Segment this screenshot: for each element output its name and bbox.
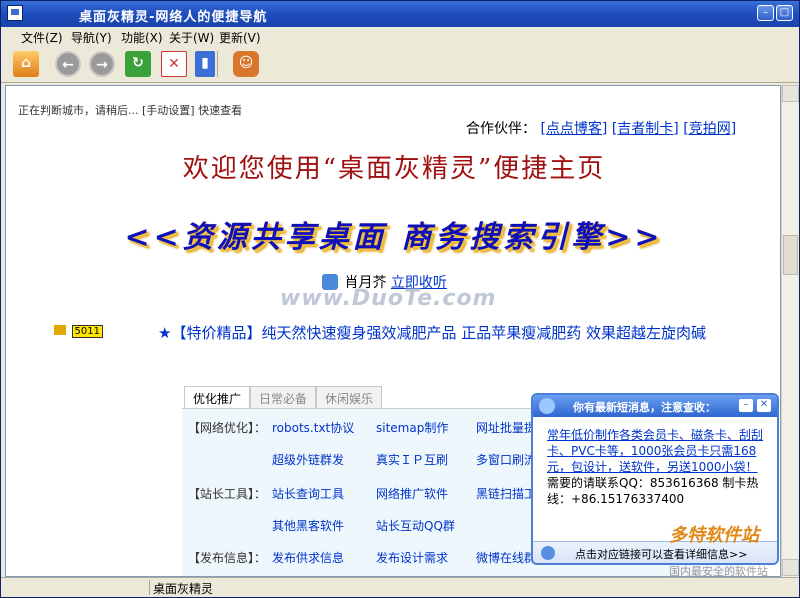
stop-icon[interactable]: ✕ (161, 51, 187, 77)
partner-link-diandian[interactable]: [点点博客] (540, 121, 607, 137)
partners-label: 合作伙伴： (466, 121, 536, 137)
scroll-up-button[interactable] (782, 85, 799, 102)
popup-body: 常年低价制作各类会员卡、磁条卡、刮刮卡、PVC卡等，1000张会员卡只需168元… (547, 427, 769, 507)
slogan-banner: <<资源共享桌面 商务搜索引擎>> (124, 220, 664, 255)
popup-header: 你有最新短消息，注意查收： – ✕ (533, 395, 777, 417)
menu-navigate[interactable]: 导航(Y) (71, 29, 112, 46)
back-icon[interactable]: ← (55, 51, 81, 77)
vertical-scrollbar[interactable] (781, 85, 799, 577)
home-icon[interactable]: ⌂ (13, 51, 39, 77)
toolbar: ⌂ ← → ↻ ✕ ▮ ☺ (1, 45, 799, 83)
tab-optimize[interactable]: 优化推广 (184, 386, 251, 408)
panel-link[interactable]: 网址批量提 (476, 419, 536, 436)
panel-link[interactable]: 黑链扫描工 (476, 485, 536, 502)
tab-leisure[interactable]: 休闲娱乐 (316, 386, 383, 408)
menu-bar: 文件(Z) 导航(Y) 功能(X) 关于(W) 更新(V) (1, 27, 799, 45)
exit-icon[interactable]: ▮ (195, 51, 215, 77)
panel-link[interactable]: 站长互动QQ群 (376, 517, 455, 534)
panel-link[interactable]: 站长查询工具 (272, 485, 344, 502)
status-bar: 桌面灰精灵 (1, 577, 799, 597)
popup-title: 你有最新短消息，注意查收： (573, 401, 716, 414)
category-label: 【网络优化】： (188, 421, 267, 435)
title-bar: 桌面灰精灵-网络人的便捷导航 – □ (1, 1, 799, 27)
users-icon[interactable]: ☺ (233, 51, 259, 77)
panel-link[interactable]: 真实ＩＰ互刷 (376, 451, 448, 468)
popup-details-link[interactable]: 点击对应链接可以查看详细信息>> (575, 546, 747, 562)
window-title: 桌面灰精灵-网络人的便捷导航 (79, 10, 268, 25)
app-window: 桌面灰精灵-网络人的便捷导航 – □ 文件(Z) 导航(Y) 功能(X) 关于(… (0, 0, 800, 598)
popup-ad-link[interactable]: 常年低价制作各类会员卡、磁条卡、刮刮卡、PVC卡等，1000张会员卡只需168元… (547, 427, 769, 475)
toolbar-separator (217, 51, 218, 77)
brand-logo: 多特软件站 (669, 525, 759, 546)
refresh-icon[interactable]: ↻ (125, 51, 151, 77)
popup-contact: 需要的请联系QQ：853616368 制卡热线：+86.15176337400 (547, 476, 759, 506)
app-icon (7, 5, 23, 21)
watermark: www.DuoTe.com (280, 286, 497, 311)
panel-link[interactable]: 发布设计需求 (376, 549, 448, 566)
minimize-button[interactable]: – (757, 5, 774, 21)
category-label: 【发布信息】： (188, 551, 267, 565)
popup-close-button[interactable]: ✕ (757, 399, 771, 412)
city-status: 正在判断城市，请稍后... [手动设置] 快速查看 (18, 104, 243, 117)
status-text: 桌面灰精灵 (153, 582, 214, 596)
popup-logo-icon (539, 398, 555, 414)
speaker-badge: 5011 (54, 324, 103, 338)
panel-link[interactable]: sitemap制作 (376, 419, 448, 436)
news-ticker[interactable]: ★【特价精品】纯天然快速瘦身强效减肥产品 正品苹果瘦减肥药 效果超越左旋肉碱 (158, 322, 706, 343)
partner-link-jizhe[interactable]: [吉者制卡] (612, 121, 679, 137)
forward-icon[interactable]: → (89, 51, 115, 77)
scroll-thumb[interactable] (783, 235, 798, 275)
panel-link[interactable]: 微博在线群 (476, 549, 536, 566)
category-label: 【站长工具】： (188, 487, 267, 501)
tab-daily[interactable]: 日常必备 (250, 386, 317, 408)
maximize-button[interactable]: □ (776, 5, 793, 21)
panel-link[interactable]: 多窗口刷流 (476, 451, 536, 468)
search-icon (541, 546, 555, 560)
scroll-down-button[interactable] (782, 559, 799, 576)
badge-number: 5011 (71, 325, 103, 338)
status-divider (149, 580, 150, 595)
menu-file[interactable]: 文件(Z) (21, 29, 63, 46)
popup-minimize-button[interactable]: – (739, 399, 753, 412)
panel-link[interactable]: 网络推广软件 (376, 485, 448, 502)
panel-link[interactable]: 超级外链群发 (272, 451, 344, 468)
panel-link[interactable]: robots.txt协议 (272, 419, 354, 436)
panel-link[interactable]: 其他黑客软件 (272, 517, 344, 534)
partner-link-jingpai[interactable]: [竞拍网] (683, 121, 736, 137)
speaker-icon[interactable] (54, 325, 66, 335)
panel-link[interactable]: 发布供求信息 (272, 549, 344, 566)
menu-function[interactable]: 功能(X) (121, 29, 163, 46)
menu-update[interactable]: 更新(V) (219, 29, 261, 46)
menu-about[interactable]: 关于(W) (169, 29, 214, 46)
partners: 合作伙伴： [点点博客] [吉者制卡] [竞拍网] (466, 118, 736, 138)
welcome-heading: 欢迎您使用“桌面灰精灵”便捷主页 (182, 154, 606, 184)
